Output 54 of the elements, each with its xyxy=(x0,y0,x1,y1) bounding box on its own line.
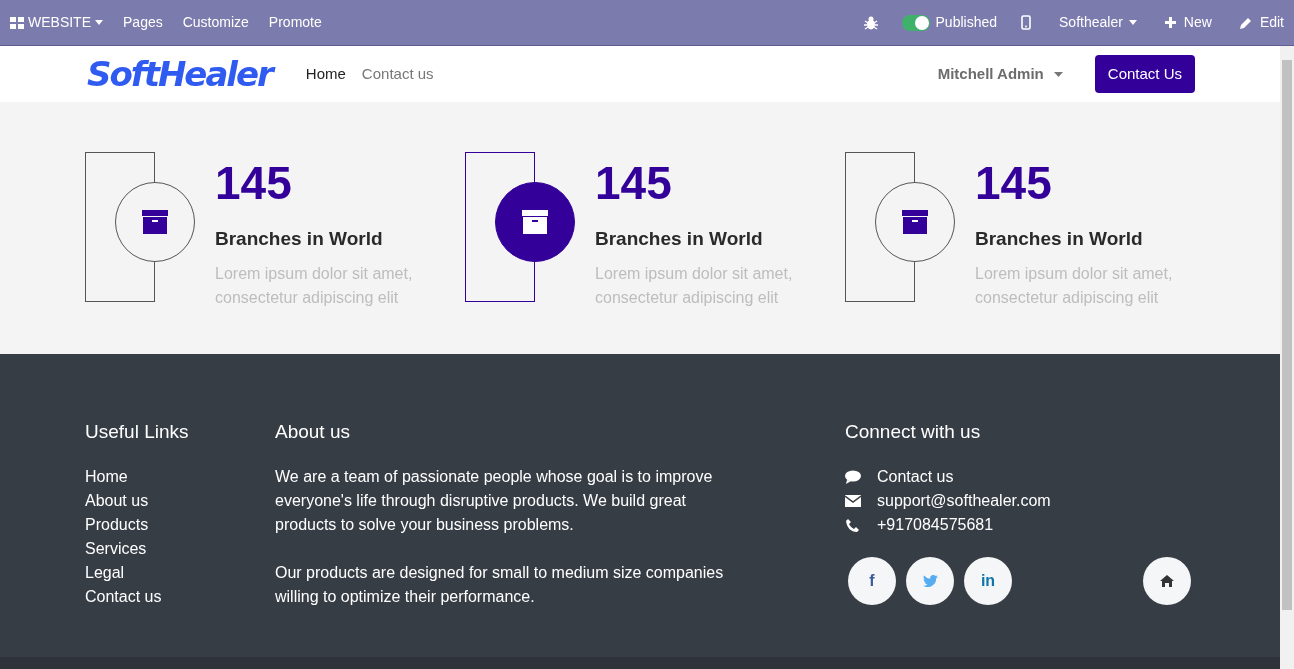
stat-title: Branches in World xyxy=(975,227,1144,251)
caret-icon xyxy=(1128,20,1137,25)
stat-number: 145 xyxy=(975,160,1053,206)
footer-link[interactable]: Products xyxy=(85,512,149,537)
admin-menu-item[interactable]: Promote xyxy=(268,12,322,33)
mobile-icon[interactable] xyxy=(1021,15,1032,30)
twitter-button[interactable] xyxy=(906,556,954,605)
archive-box-icon xyxy=(522,210,548,234)
section-heading: Connect with us xyxy=(845,420,982,444)
bug-icon[interactable] xyxy=(863,15,878,30)
admin-menu-item[interactable]: Pages xyxy=(123,12,163,33)
footer-link[interactable]: About us xyxy=(85,488,149,513)
archive-box-icon xyxy=(142,210,168,234)
section-heading: Useful Links xyxy=(85,420,190,444)
facebook-button[interactable]: f xyxy=(848,556,896,605)
pencil-icon xyxy=(1239,16,1252,29)
section-heading: About us xyxy=(275,420,351,444)
scrollbar-thumb[interactable] xyxy=(1282,60,1292,610)
footer-link[interactable]: Contact us xyxy=(85,584,162,609)
admin-menu-item[interactable]: Customize xyxy=(182,12,249,33)
nav-link[interactable]: Contact us xyxy=(361,62,434,86)
contact-item[interactable]: +917084575681 xyxy=(877,512,994,537)
about-paragraph: We are a team of passionate people whose goal is to improve everyone's life through disruptive products. We build great products to solve your business problems. xyxy=(275,466,714,535)
caret-icon xyxy=(1053,71,1063,77)
plus-icon xyxy=(1164,17,1176,28)
footer-link[interactable]: Home xyxy=(85,464,128,489)
home-button[interactable] xyxy=(1143,556,1191,605)
company-menu[interactable]: Softhealer xyxy=(1059,12,1137,33)
chat-bubble-icon xyxy=(845,469,861,484)
published-toggle[interactable] xyxy=(901,14,930,31)
footer-link[interactable]: Legal xyxy=(85,560,125,585)
nav-link[interactable]: Home xyxy=(305,62,346,86)
home-icon xyxy=(1160,574,1174,587)
contact-us-button[interactable]: Contact Us xyxy=(1094,55,1195,93)
published-label: Published xyxy=(935,13,998,32)
caret-icon xyxy=(95,20,103,25)
phone-icon xyxy=(845,517,861,532)
linkedin-button[interactable]: in xyxy=(964,556,1012,605)
about-paragraph: Our products are designed for small to medium size companies willing to optimize their performance. xyxy=(275,562,725,607)
footer-link[interactable]: Services xyxy=(85,536,147,561)
stat-number: 145 xyxy=(595,160,673,206)
user-menu[interactable]: Mitchell Admin xyxy=(937,62,1063,86)
new-button[interactable]: New xyxy=(1164,12,1212,33)
app-menu-button[interactable]: WEBSITE xyxy=(10,12,103,33)
envelope-icon xyxy=(845,493,861,508)
stat-title: Branches in World xyxy=(215,227,384,251)
contact-item[interactable]: Contact us xyxy=(877,464,954,489)
bird-icon xyxy=(922,574,938,587)
edit-button[interactable]: Edit xyxy=(1239,12,1284,33)
stat-title: Branches in World xyxy=(595,227,764,251)
contact-item[interactable]: support@softhealer.com xyxy=(877,488,1051,513)
stat-number: 145 xyxy=(215,160,293,206)
archive-box-icon xyxy=(902,210,928,234)
grid-icon xyxy=(10,16,24,29)
